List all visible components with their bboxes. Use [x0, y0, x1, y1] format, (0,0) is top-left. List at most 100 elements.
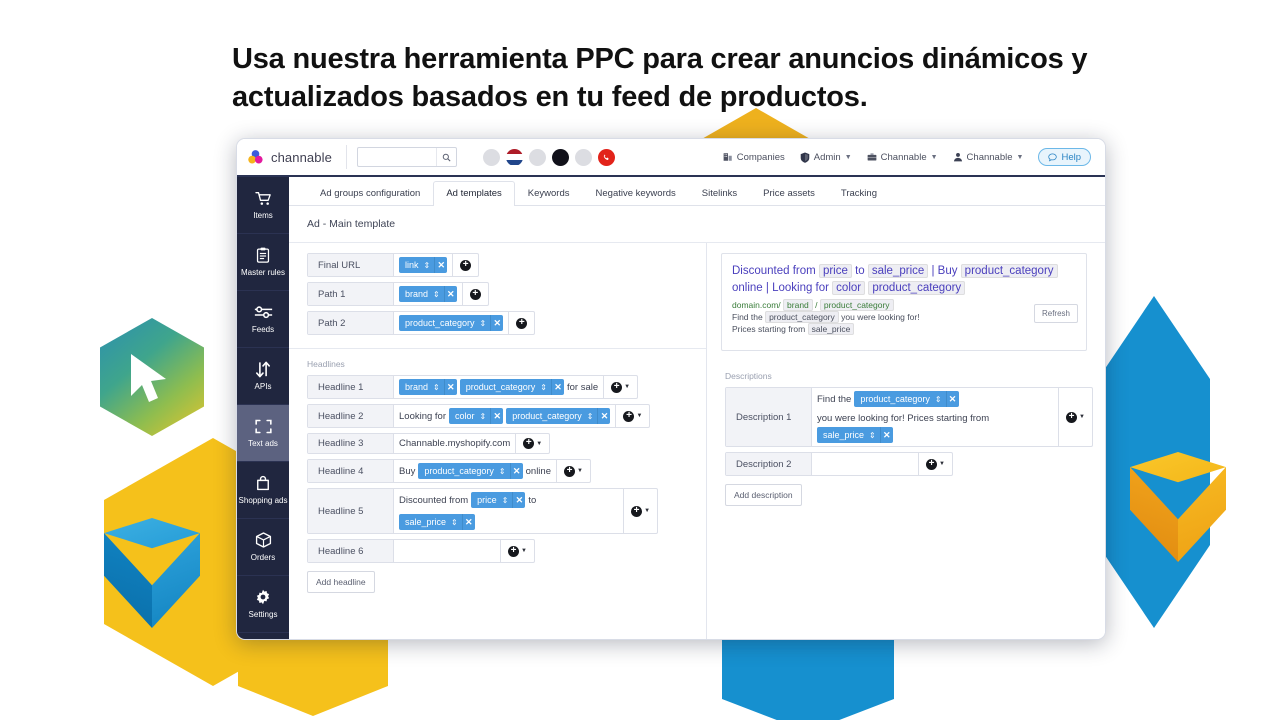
- sidebar-item-apis[interactable]: APIs: [237, 348, 289, 405]
- headline-row[interactable]: Headline 4 Buy product_category ⇕ ✕ online + ▼: [307, 459, 591, 483]
- topbar-item-admin[interactable]: Admin ▼: [800, 152, 852, 163]
- row-add-button[interactable]: +: [508, 312, 534, 334]
- row-add-button[interactable]: +: [461, 283, 488, 305]
- description-row[interactable]: Description 1 Find the product_category ⇕ ✕ y…: [725, 387, 1093, 447]
- token-select[interactable]: product_category ⇕: [399, 315, 491, 331]
- token-select[interactable]: product_category ⇕: [418, 463, 510, 479]
- search-box[interactable]: [356, 147, 457, 167]
- chevron-down-icon[interactable]: ▼: [536, 441, 542, 447]
- chevron-down-icon[interactable]: ▼: [644, 508, 650, 514]
- tab-ad-groups-configuration[interactable]: Ad groups configuration: [307, 181, 433, 206]
- chevron-down-icon[interactable]: ▼: [577, 468, 583, 474]
- sidebar-item-shopping-ads[interactable]: Shopping ads: [237, 462, 289, 519]
- row-path-2[interactable]: Path 2 product_category ⇕ ✕ +: [307, 311, 536, 335]
- token-select[interactable]: product_category ⇕: [459, 379, 551, 395]
- token-sale-price[interactable]: sale_price ⇕ ✕: [399, 514, 475, 530]
- token-product-category[interactable]: product_category ⇕ ✕: [854, 391, 959, 407]
- chevron-down-icon[interactable]: ▼: [939, 461, 945, 467]
- token-select[interactable]: link ⇕: [399, 257, 435, 273]
- tab-negative-keywords[interactable]: Negative keywords: [583, 181, 689, 206]
- row-add-button[interactable]: + ▼: [500, 540, 534, 562]
- sidebar-item-items[interactable]: Items: [237, 177, 289, 234]
- token-select[interactable]: product_category ⇕: [506, 408, 598, 424]
- token-select[interactable]: brand ⇕: [399, 379, 444, 395]
- token-select[interactable]: color ⇕: [449, 408, 491, 424]
- token-remove-button[interactable]: ✕: [490, 315, 504, 331]
- token-select[interactable]: product_category ⇕: [854, 391, 946, 407]
- headline-row[interactable]: Headline 3 Channable.myshopify.com + ▼: [307, 433, 551, 454]
- row-add-button[interactable]: + ▼: [1058, 388, 1092, 446]
- dot-gray-1[interactable]: [482, 148, 500, 166]
- sidebar-item-master-rules[interactable]: Master rules: [237, 234, 289, 291]
- headline-text-input[interactable]: [399, 543, 495, 559]
- token-remove-button[interactable]: ✕: [509, 463, 523, 479]
- description-text-input[interactable]: [817, 456, 913, 472]
- sidebar-item-feeds[interactable]: Feeds: [237, 291, 289, 348]
- chevron-down-icon[interactable]: ▼: [624, 384, 630, 390]
- topbar-item-user[interactable]: Channable ▼: [953, 152, 1023, 163]
- row-add-button[interactable]: + ▼: [615, 405, 649, 427]
- token-select[interactable]: sale_price ⇕: [399, 514, 462, 530]
- token-brand[interactable]: brand ⇕ ✕: [399, 286, 457, 302]
- token-remove-button[interactable]: ✕: [443, 286, 457, 302]
- dot-gray-2[interactable]: [528, 148, 546, 166]
- headline-row[interactable]: Headline 6 + ▼: [307, 539, 535, 563]
- token-product-category[interactable]: product_category ⇕ ✕: [459, 379, 564, 395]
- search-button[interactable]: [435, 148, 456, 166]
- headline-row[interactable]: Headline 5 Discounted from price ⇕ ✕ to sale_p…: [307, 488, 659, 534]
- token-remove-button[interactable]: ✕: [597, 408, 611, 424]
- token-remove-button[interactable]: ✕: [461, 514, 475, 530]
- token-product-category[interactable]: product_category ⇕ ✕: [418, 463, 523, 479]
- refresh-button[interactable]: Refresh: [1033, 304, 1078, 323]
- token-remove-button[interactable]: ✕: [434, 257, 448, 273]
- token-remove-button[interactable]: ✕: [512, 492, 526, 508]
- help-button[interactable]: Help: [1038, 148, 1091, 166]
- token-remove-button[interactable]: ✕: [443, 379, 457, 395]
- description-row[interactable]: Description 2 + ▼: [725, 452, 953, 476]
- row-add-button[interactable]: + ▼: [603, 376, 637, 398]
- brand-logo[interactable]: channable: [247, 149, 344, 166]
- dot-flag-nl[interactable]: [505, 148, 523, 166]
- token-product-category[interactable]: product_category ⇕ ✕: [399, 315, 504, 331]
- row-add-button[interactable]: + ▼: [515, 434, 549, 453]
- token-sale-price[interactable]: sale_price ⇕ ✕: [817, 427, 893, 443]
- headline-row[interactable]: Headline 1 brand ⇕ ✕ product_category ⇕ ✕ for s…: [307, 375, 639, 399]
- search-input[interactable]: [357, 149, 436, 165]
- add-description-button[interactable]: Add description: [725, 484, 802, 506]
- dot-black[interactable]: [551, 148, 569, 166]
- row-add-button[interactable]: +: [452, 254, 478, 276]
- sidebar-item-text-ads[interactable]: Text ads: [237, 405, 289, 462]
- token-link[interactable]: link ⇕ ✕: [399, 257, 448, 273]
- tab-tracking[interactable]: Tracking: [828, 181, 890, 206]
- dot-phone-red[interactable]: [597, 148, 615, 166]
- token-brand[interactable]: brand ⇕ ✕: [399, 379, 457, 395]
- token-remove-button[interactable]: ✕: [879, 427, 893, 443]
- row-add-button[interactable]: + ▼: [555, 460, 590, 482]
- chevron-down-icon[interactable]: ▼: [521, 548, 527, 554]
- tab-ad-templates[interactable]: Ad templates: [433, 181, 515, 206]
- row-final-url[interactable]: Final URL link ⇕ ✕ +: [307, 253, 480, 277]
- token-select[interactable]: sale_price ⇕: [817, 427, 880, 443]
- chevron-down-icon[interactable]: ▼: [636, 413, 642, 419]
- token-color[interactable]: color ⇕ ✕: [449, 408, 504, 424]
- tab-sitelinks[interactable]: Sitelinks: [689, 181, 750, 206]
- sidebar-item-settings[interactable]: Settings: [237, 576, 289, 633]
- add-headline-button[interactable]: Add headline: [307, 571, 375, 593]
- topbar-item-workspace[interactable]: Channable ▼: [867, 152, 938, 163]
- tab-keywords[interactable]: Keywords: [515, 181, 583, 206]
- token-product-category[interactable]: product_category ⇕ ✕: [506, 408, 611, 424]
- chevron-down-icon[interactable]: ▼: [1079, 414, 1085, 420]
- token-remove-button[interactable]: ✕: [550, 379, 564, 395]
- row-add-button[interactable]: + ▼: [623, 489, 657, 533]
- token-select[interactable]: price ⇕: [471, 492, 513, 508]
- tab-price-assets[interactable]: Price assets: [750, 181, 828, 206]
- topbar-item-companies[interactable]: Companies: [723, 152, 785, 163]
- token-remove-button[interactable]: ✕: [490, 408, 504, 424]
- row-path-1[interactable]: Path 1 brand ⇕ ✕ +: [307, 282, 489, 306]
- dot-gray-3[interactable]: [574, 148, 592, 166]
- headline-row[interactable]: Headline 2 Looking for color ⇕ ✕ product_cate…: [307, 404, 651, 428]
- token-select[interactable]: brand ⇕: [399, 286, 444, 302]
- sidebar-item-orders[interactable]: Orders: [237, 519, 289, 576]
- token-price[interactable]: price ⇕ ✕: [471, 492, 526, 508]
- row-add-button[interactable]: + ▼: [918, 453, 952, 475]
